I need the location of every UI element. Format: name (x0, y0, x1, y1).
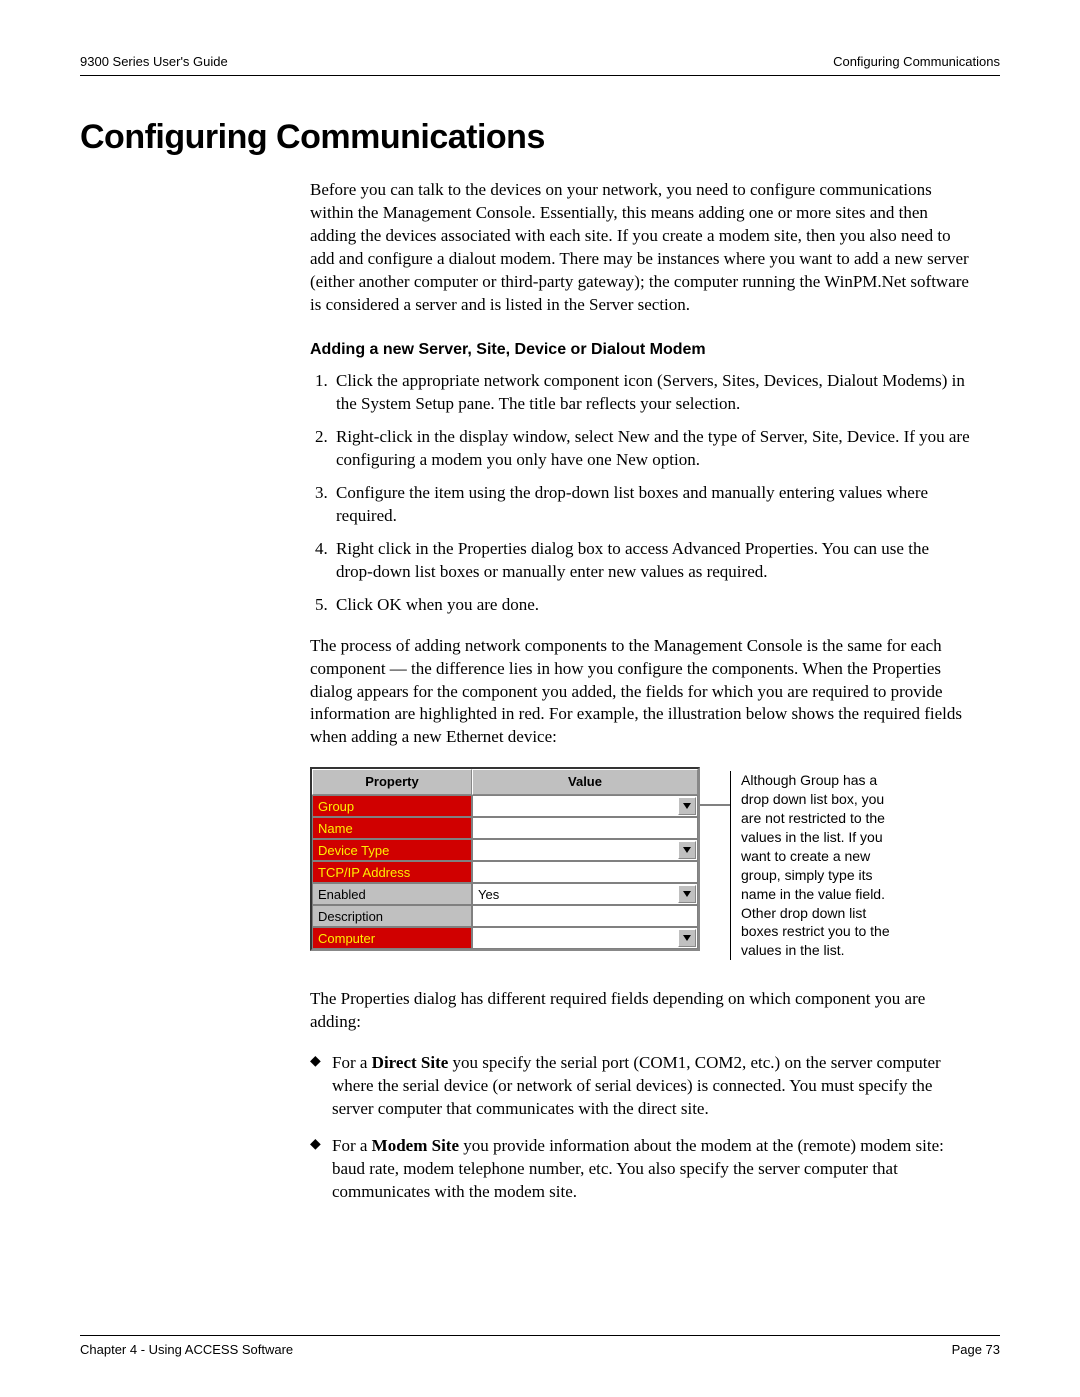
property-label: Enabled (312, 883, 472, 905)
table-row: Description (312, 905, 698, 927)
dropdown-icon[interactable] (678, 841, 696, 859)
footer-right: Page 73 (952, 1342, 1000, 1357)
subheading: Adding a new Server, Site, Device or Dia… (310, 339, 970, 361)
table-row: Device Type (312, 839, 698, 861)
paragraph-2: The process of adding network components… (310, 635, 970, 750)
step-item: Click the appropriate network component … (332, 370, 970, 416)
property-label: Device Type (312, 839, 472, 861)
property-label: Name (312, 817, 472, 839)
property-value[interactable]: Yes (472, 883, 698, 905)
page-footer: Chapter 4 - Using ACCESS Software Page 7… (80, 1335, 1000, 1357)
property-value[interactable] (472, 795, 698, 817)
footer-left: Chapter 4 - Using ACCESS Software (80, 1342, 293, 1357)
step-item: Click OK when you are done. (332, 594, 970, 617)
header-left: 9300 Series User's Guide (80, 54, 228, 69)
dropdown-icon[interactable] (678, 929, 696, 947)
property-label: Description (312, 905, 472, 927)
property-label: Computer (312, 927, 472, 949)
bullet-list: For a Direct Site you specify the serial… (310, 1052, 970, 1204)
property-label: Group (312, 795, 472, 817)
table-row: Name (312, 817, 698, 839)
intro-paragraph: Before you can talk to the devices on yo… (310, 179, 970, 317)
property-value[interactable] (472, 861, 698, 883)
steps-list: Click the appropriate network component … (332, 370, 970, 616)
property-value[interactable] (472, 927, 698, 949)
properties-figure: Property Value GroupNameDevice TypeTCP/I… (310, 767, 970, 960)
property-label: TCP/IP Address (312, 861, 472, 883)
dropdown-icon[interactable] (678, 797, 696, 815)
table-header-property: Property (312, 769, 472, 795)
paragraph-3: The Properties dialog has different requ… (310, 988, 970, 1034)
bullet-item: For a Modem Site you provide information… (310, 1135, 970, 1204)
table-row: TCP/IP Address (312, 861, 698, 883)
property-value[interactable] (472, 839, 698, 861)
page-header: 9300 Series User's Guide Configuring Com… (80, 54, 1000, 76)
page-title: Configuring Communications (80, 118, 1000, 157)
table-row: EnabledYes (312, 883, 698, 905)
bullet-item: For a Direct Site you specify the serial… (310, 1052, 970, 1121)
properties-table: Property Value GroupNameDevice TypeTCP/I… (310, 767, 700, 951)
header-right: Configuring Communications (833, 54, 1000, 69)
table-header-value: Value (472, 769, 698, 795)
step-item: Right-click in the display window, selec… (332, 426, 970, 472)
callout-text: Although Group has a drop down list box,… (730, 771, 890, 960)
table-row: Group (312, 795, 698, 817)
step-item: Right click in the Properties dialog box… (332, 538, 970, 584)
property-value[interactable] (472, 817, 698, 839)
step-item: Configure the item using the drop-down l… (332, 482, 970, 528)
dropdown-icon[interactable] (678, 885, 696, 903)
table-row: Computer (312, 927, 698, 949)
property-value[interactable] (472, 905, 698, 927)
